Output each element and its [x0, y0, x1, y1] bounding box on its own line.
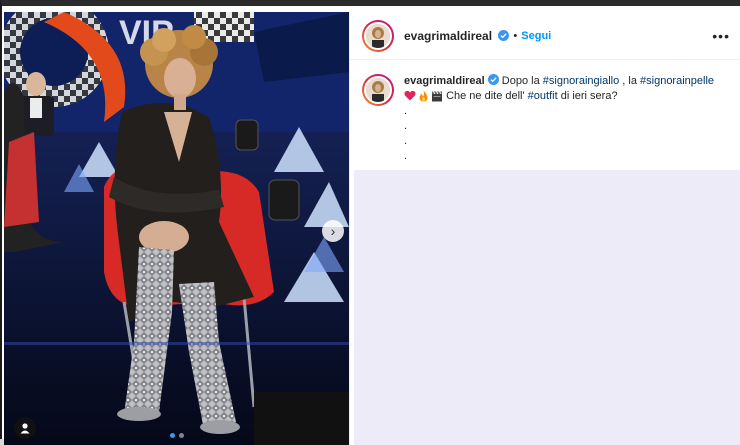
clapperboard-emoji-icon	[432, 90, 442, 101]
more-options-button[interactable]: •••	[712, 28, 730, 44]
comments-overlay-panel	[354, 170, 740, 445]
hashtag-link-3[interactable]: #outfit	[528, 90, 558, 102]
post-caption: evagrimaldireal Dopo la #signoraingiallo…	[350, 60, 740, 164]
caption-part-2: , la	[619, 75, 641, 87]
caption-dot-line: .	[404, 135, 408, 147]
caption-dot-line: .	[404, 105, 408, 117]
username-text: evagrimaldireal	[404, 28, 493, 43]
header-separator: •	[513, 29, 518, 42]
caption-text: evagrimaldireal Dopo la #signoraingiallo…	[404, 74, 714, 164]
user-icon	[20, 423, 30, 434]
caption-dot-line: .	[404, 120, 408, 132]
carousel-dot-1	[170, 433, 175, 438]
instagram-post-window: VIP › evagrimaldireal • Segui ••• evagri…	[0, 0, 740, 445]
caption-dot-lines: . . . .	[404, 104, 714, 164]
hashtag-link-1[interactable]: #signoraingiallo	[543, 75, 619, 87]
caption-part-1: Dopo la	[501, 75, 543, 87]
caption-dot-line: .	[404, 150, 408, 162]
caption-avatar-image	[366, 78, 390, 102]
verified-badge-icon	[498, 29, 510, 41]
post-header: evagrimaldireal • Segui •••	[350, 12, 740, 60]
avatar-image	[366, 23, 390, 48]
heart-emoji-icon	[404, 90, 416, 101]
verified-badge-icon	[487, 74, 499, 85]
carousel-next-button[interactable]: ›	[322, 220, 344, 242]
caption-part-3: Che ne dite dell'	[446, 90, 528, 102]
hashtag-link-2[interactable]: #signorainpelle	[640, 75, 714, 87]
caption-emojis	[404, 90, 443, 102]
tagged-users-button[interactable]	[14, 417, 36, 439]
chevron-right-icon: ›	[330, 223, 336, 239]
carousel-dot-2	[179, 433, 184, 438]
fire-emoji-icon	[419, 90, 428, 101]
username-link[interactable]: evagrimaldireal	[404, 28, 510, 43]
avatar[interactable]	[362, 19, 394, 52]
caption-part-4: di ieri sera?	[557, 90, 618, 102]
caption-username[interactable]: evagrimaldireal	[404, 74, 499, 87]
follow-button[interactable]: Segui	[521, 30, 551, 42]
carousel-indicator	[170, 433, 184, 438]
post-photo[interactable]: VIP ›	[4, 12, 349, 445]
caption-avatar[interactable]	[362, 74, 394, 106]
